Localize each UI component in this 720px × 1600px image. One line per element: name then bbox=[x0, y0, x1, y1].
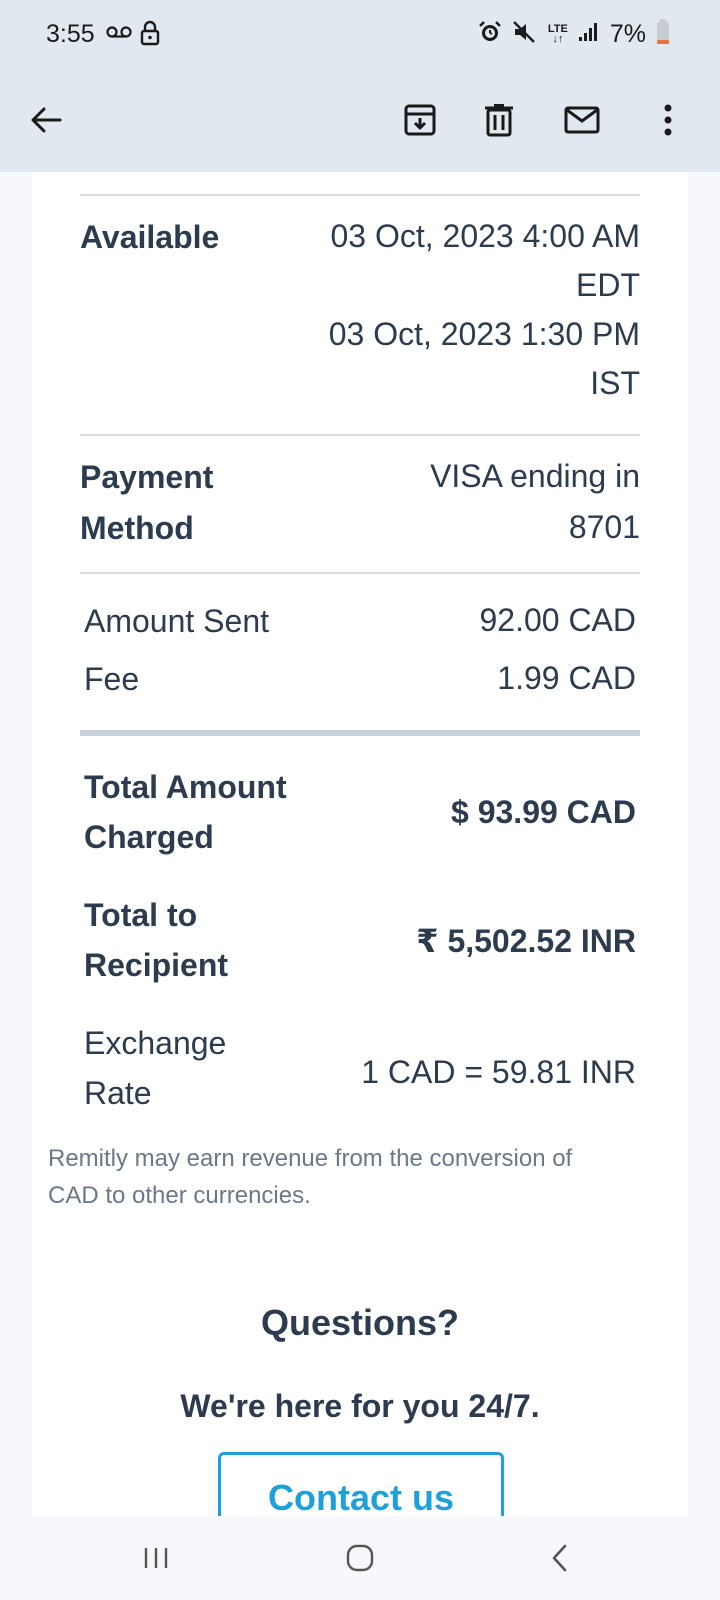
thick-divider bbox=[80, 730, 640, 736]
signal-icon bbox=[578, 22, 600, 47]
more-options-icon[interactable] bbox=[644, 96, 692, 144]
recent-apps-icon[interactable] bbox=[126, 1536, 186, 1580]
lock-icon bbox=[140, 20, 160, 51]
available-ist-datetime: 03 Oct, 2023 1:30 PM bbox=[328, 316, 640, 352]
status-time: 3:55 bbox=[46, 20, 95, 48]
divider bbox=[80, 572, 640, 574]
amount-sent-label: Amount Sent bbox=[84, 603, 269, 639]
payment-method-value-line1: VISA ending in bbox=[430, 458, 640, 494]
available-edt-datetime: 03 Oct, 2023 4:00 AM bbox=[330, 218, 640, 254]
total-charged-label-line2: Charged bbox=[84, 819, 214, 855]
status-bar: 3:55 LTE ↓↑ 7% bbox=[0, 0, 720, 70]
home-icon[interactable] bbox=[330, 1536, 390, 1580]
voicemail-icon bbox=[106, 24, 132, 45]
back-nav-icon[interactable] bbox=[530, 1536, 590, 1580]
lte-indicator: LTE ↓↑ bbox=[547, 23, 568, 45]
amount-sent-value: 92.00 CAD bbox=[479, 602, 636, 638]
lte-label: LTE bbox=[547, 23, 568, 35]
payment-method-label-line1: Payment bbox=[80, 459, 214, 495]
fee-value: 1.99 CAD bbox=[497, 660, 636, 696]
mute-icon bbox=[512, 20, 538, 49]
battery-icon bbox=[656, 18, 670, 50]
total-recipient-label-line2: Recipient bbox=[84, 947, 229, 983]
total-recipient-value: ₹ 5,502.52 INR bbox=[416, 923, 636, 959]
questions-subtitle: We're here for you 24/7. bbox=[180, 1388, 540, 1424]
fee-label: Fee bbox=[84, 661, 140, 697]
available-ist-zone: IST bbox=[590, 365, 640, 401]
payment-method-value-line2: 8701 bbox=[568, 509, 640, 545]
status-indicators: LTE ↓↑ 7% bbox=[478, 18, 670, 50]
total-charged-label-line1: Total Amount bbox=[84, 769, 287, 805]
battery-percent: 7% bbox=[609, 19, 646, 48]
mark-unread-icon[interactable] bbox=[558, 96, 606, 144]
payment-method-label-line2: Method bbox=[80, 510, 194, 546]
exchange-rate-label-line2: Rate bbox=[84, 1075, 152, 1111]
archive-icon[interactable] bbox=[396, 96, 444, 144]
delete-icon[interactable] bbox=[475, 96, 523, 144]
total-charged-value: $ 93.99 CAD bbox=[451, 794, 636, 830]
divider bbox=[80, 194, 640, 196]
app-bar bbox=[0, 70, 720, 172]
total-recipient-label-line1: Total to bbox=[84, 897, 198, 933]
alarm-icon bbox=[478, 20, 502, 49]
exchange-rate-label-line1: Exchange bbox=[84, 1025, 227, 1061]
conversion-disclaimer: Remitly may earn revenue from the conver… bbox=[48, 1145, 573, 1209]
system-nav-bar bbox=[0, 1516, 720, 1600]
exchange-rate-value: 1 CAD = 59.81 INR bbox=[361, 1054, 636, 1090]
back-arrow-icon[interactable] bbox=[22, 96, 70, 144]
available-edt-zone: EDT bbox=[576, 267, 640, 303]
questions-title: Questions? bbox=[260, 1302, 460, 1343]
divider bbox=[80, 434, 640, 436]
available-label: Available bbox=[80, 219, 220, 255]
